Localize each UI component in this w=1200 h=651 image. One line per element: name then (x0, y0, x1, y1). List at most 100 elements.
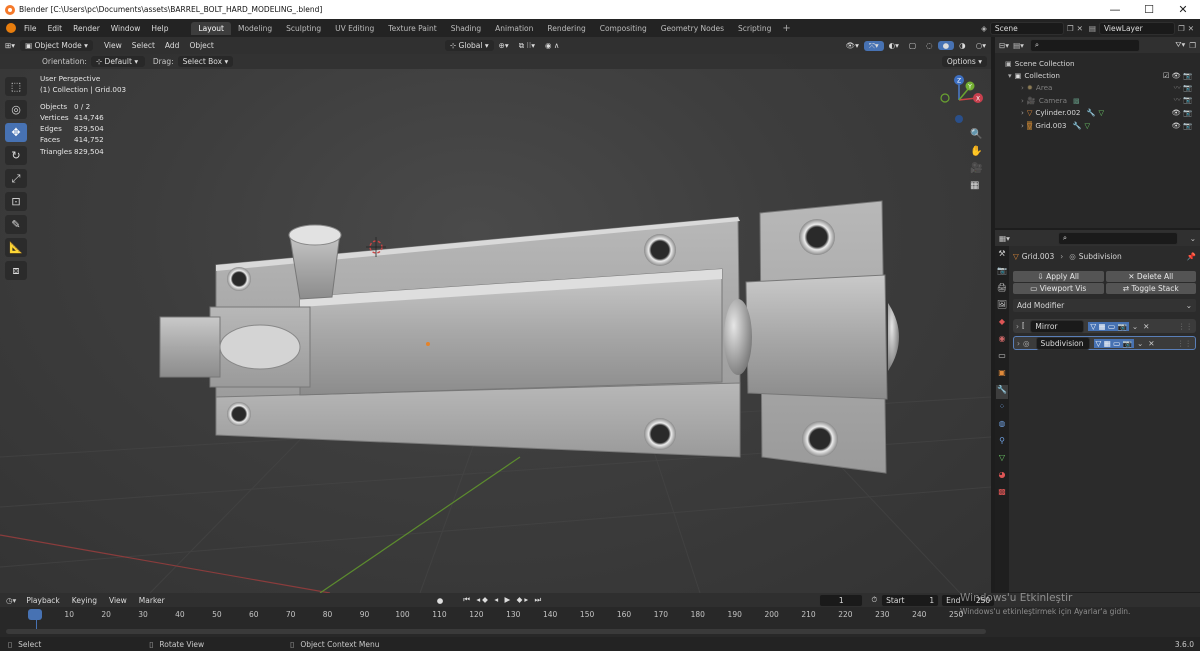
outliner-search-input[interactable]: ⌕ (1029, 38, 1140, 52)
tab-rendering[interactable]: Rendering (540, 22, 592, 35)
tab-uv-editing[interactable]: UV Editing (328, 22, 381, 35)
subdivision-name-field[interactable]: Subdivision (1035, 336, 1090, 350)
outliner-editor-icon[interactable]: ⊟▾ (999, 41, 1009, 50)
select-box-tool-icon[interactable]: ⬚ (5, 77, 27, 96)
delete-scene-icon[interactable]: ✕ (1077, 24, 1083, 33)
tree-collection[interactable]: ▾ ▣ Collection ☑ 👁 📷 (1005, 69, 1200, 81)
tab-animation[interactable]: Animation (488, 22, 540, 35)
menu-window[interactable]: Window (111, 24, 141, 33)
timeline-menu-marker[interactable]: Marker (139, 596, 165, 605)
viewport-menu-object[interactable]: Object (184, 41, 218, 50)
remove-modifier-icon[interactable]: ✕ (1148, 339, 1154, 348)
options-dropdown[interactable]: Options ▾ (941, 56, 987, 67)
pivot-icon[interactable]: ⊕▾ (494, 41, 514, 50)
transform-orientation-selector[interactable]: ⊹ Global ▾ (444, 40, 494, 51)
constraints-tab-icon[interactable]: ⚲ (996, 436, 1008, 450)
close-window-button[interactable]: ✕ (1166, 3, 1200, 16)
properties-search-input[interactable]: ⌕ (1057, 231, 1178, 245)
barrel-bolt-model[interactable] (150, 157, 910, 477)
playback-controls-icons[interactable]: ⏮ ◂◆ ◂ ▶ ◆▸ ⏭ (463, 595, 543, 605)
viewlayer-icon[interactable]: ▤ (1089, 24, 1096, 33)
tree-item-grid[interactable]: › ▽ Grid.003 🔧 ▽ 👁 📷 (1005, 119, 1200, 131)
modifier-subdivision[interactable]: › ◎ Subdivision ▽ ▦ ▭ 📷 ⌄ ✕ ⋮⋮ (1013, 336, 1196, 350)
tab-modeling[interactable]: Modeling (231, 22, 279, 35)
3d-viewport[interactable]: ⊞▾ ▣ Object Mode ▾ View Select Add Object ⊹… (0, 37, 991, 593)
record-icon[interactable]: ● (437, 596, 444, 605)
material-tab-icon[interactable]: ◕ (996, 470, 1008, 484)
object-tab-icon[interactable]: ▣ (996, 368, 1008, 382)
physics-tab-icon[interactable]: ◍ (996, 419, 1008, 433)
modifier-mirror[interactable]: › ⫿ Mirror ▽ ▦ ▭ 📷 ⌄ ✕ ⋮⋮ (1013, 319, 1196, 333)
minimize-button[interactable]: — (1098, 3, 1132, 16)
tree-item-camera[interactable]: › 🎥 Camera ▩ 〰 📷 (1005, 94, 1200, 106)
cursor-tool-icon[interactable]: ◎ (5, 100, 27, 119)
pin-icon[interactable]: 📌 (1187, 252, 1196, 261)
scene-selector[interactable]: Scene (989, 21, 1064, 35)
output-tab-icon[interactable]: 🖨 (996, 283, 1008, 297)
new-collection-icon[interactable]: ❐ (1189, 41, 1196, 50)
toggle-stack-button[interactable]: ⇄ Toggle Stack (1105, 283, 1196, 294)
blender-menu-icon[interactable] (6, 23, 16, 33)
modifier-menu-icon[interactable]: ⌄ (1132, 322, 1138, 331)
display-mode-icon[interactable]: ▤▾ (1013, 41, 1024, 50)
drag-handle-icon[interactable]: ⋮⋮ (1177, 339, 1192, 348)
collection-tab-icon[interactable]: ▭ (996, 351, 1008, 365)
rotate-tool-icon[interactable]: ↻ (5, 146, 27, 165)
new-scene-icon[interactable]: ❐ (1067, 24, 1074, 33)
annotate-tool-icon[interactable]: ✎ (5, 215, 27, 234)
maximize-button[interactable]: ☐ (1132, 3, 1166, 16)
start-frame-field[interactable]: Start 1 (881, 593, 940, 607)
viewport-menu-select[interactable]: Select (127, 41, 160, 50)
shading-rendered-icon[interactable]: ○▾ (971, 41, 991, 50)
tab-geometry-nodes[interactable]: Geometry Nodes (654, 22, 731, 35)
delete-all-button[interactable]: ✕ Delete All (1105, 271, 1196, 282)
texture-tab-icon[interactable]: ▩ (996, 487, 1008, 501)
view-layer-tab-icon[interactable]: 🖼 (996, 300, 1008, 314)
scale-tool-icon[interactable]: ⤢ (5, 169, 27, 188)
properties-editor-icon[interactable]: ▦▾ (999, 234, 1010, 243)
tab-scripting[interactable]: Scripting (731, 22, 778, 35)
data-tab-icon[interactable]: ▽ (996, 453, 1008, 467)
menu-help[interactable]: Help (151, 24, 168, 33)
add-modifier-dropdown[interactable]: Add Modifier ⌄ (1013, 299, 1196, 312)
shading-wireframe-icon[interactable]: ◌ (921, 41, 938, 50)
pan-hand-icon[interactable]: ✋ (970, 146, 986, 157)
properties-options-icon[interactable]: ⌄ (1190, 234, 1196, 243)
filter-icon[interactable]: ⛛▾ (1175, 40, 1185, 50)
new-viewlayer-icon[interactable]: ❐ (1178, 24, 1185, 33)
zoom-icon[interactable]: 🔍 (970, 129, 986, 140)
tab-shading[interactable]: Shading (444, 22, 488, 35)
add-workspace-icon[interactable]: + (782, 23, 790, 34)
viewport-menu-view[interactable]: View (99, 41, 127, 50)
viewport-vis-button[interactable]: ▭ Viewport Vis (1013, 283, 1104, 294)
modifier-menu-icon[interactable]: ⌄ (1137, 339, 1143, 348)
orientation-selector[interactable]: ⊹ Default ▾ (90, 56, 145, 67)
apply-all-button[interactable]: ⇩ Apply All (1013, 271, 1104, 282)
ortho-grid-icon[interactable]: ▦ (970, 180, 986, 191)
timeline-scrollbar[interactable] (6, 629, 986, 634)
delete-viewlayer-icon[interactable]: ✕ (1188, 24, 1194, 33)
tab-sculpting[interactable]: Sculpting (279, 22, 328, 35)
playhead[interactable] (28, 609, 42, 620)
modifier-toggle-icons[interactable]: ▽ ▦ ▭ 📷 (1093, 338, 1134, 348)
mirror-name-field[interactable]: Mirror (1030, 319, 1085, 333)
gizmo-toggle-icon[interactable]: ⤧▾ (863, 40, 884, 51)
world-tab-icon[interactable]: ◉ (996, 334, 1008, 348)
proportional-edit-icon[interactable]: ◉ ∧ (540, 41, 564, 50)
editor-type-icon[interactable]: ⊞▾ (0, 41, 20, 50)
transform-tool-icon[interactable]: ⊡ (5, 192, 27, 211)
menu-file[interactable]: File (24, 24, 37, 33)
visibility-icon[interactable]: 👁▾ (841, 41, 864, 50)
tool-tab-icon[interactable]: ⚒ (996, 249, 1008, 263)
drag-handle-icon[interactable]: ⋮⋮ (1178, 322, 1193, 331)
menu-render[interactable]: Render (73, 24, 100, 33)
overlay-icon[interactable]: ◐▾ (884, 41, 904, 50)
viewlayer-selector[interactable]: ViewLayer (1098, 21, 1175, 35)
snap-icon[interactable]: ⧉ ⁝⁝▾ (514, 41, 540, 51)
drag-selector[interactable]: Select Box ▾ (177, 56, 234, 67)
tab-layout[interactable]: Layout (191, 21, 231, 35)
viewport-menu-add[interactable]: Add (160, 41, 185, 50)
mode-selector[interactable]: ▣ Object Mode ▾ (20, 40, 93, 51)
add-cube-tool-icon[interactable]: ⧈ (5, 261, 27, 280)
remove-modifier-icon[interactable]: ✕ (1143, 322, 1149, 331)
